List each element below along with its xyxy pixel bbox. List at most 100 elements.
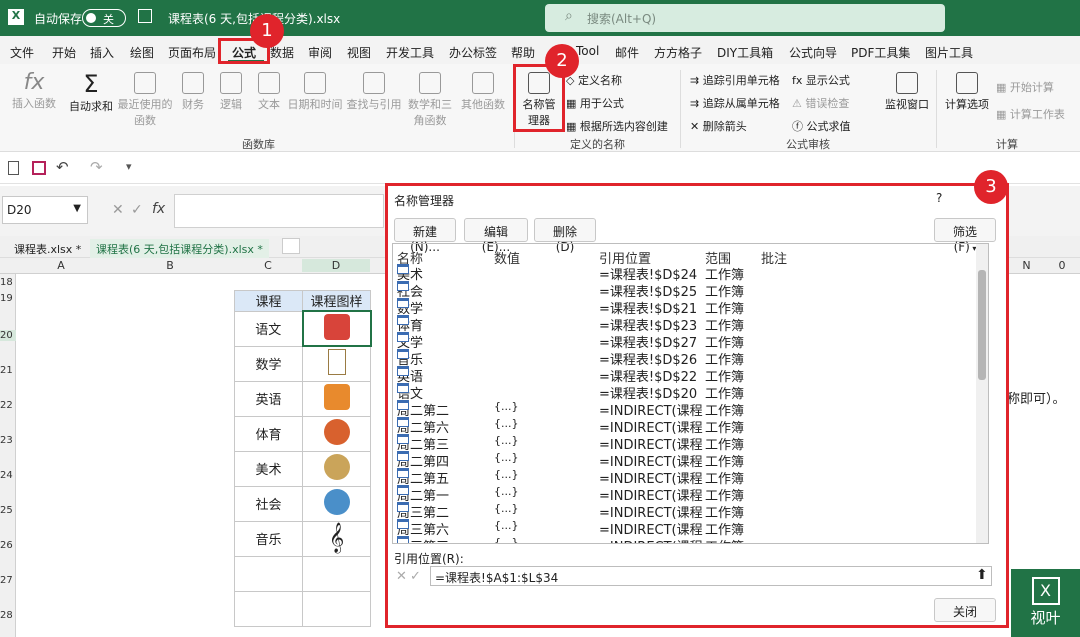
list-item[interactable]: 英语 =课程表!$D$22 工作簿 bbox=[393, 366, 978, 385]
text-functions-button[interactable]: 文本 bbox=[252, 72, 286, 112]
save-icon[interactable] bbox=[32, 161, 46, 175]
menu-draw[interactable]: 绘图 bbox=[130, 44, 154, 61]
edit-name-button[interactable]: 编辑(E)... bbox=[464, 218, 528, 254]
list-item[interactable]: 周二第五{...}=INDIRECT(课程...工作簿 bbox=[393, 468, 978, 487]
list-item[interactable]: 周二第三{...}=INDIRECT(课程...工作簿 bbox=[393, 434, 978, 453]
cell-course[interactable]: 英语 bbox=[234, 380, 303, 417]
row-27[interactable]: 27 bbox=[0, 575, 16, 586]
menu-office-tab[interactable]: 办公标签 bbox=[449, 44, 497, 61]
cell-header-course[interactable]: 课程 bbox=[234, 290, 303, 312]
filter-button[interactable]: 筛选(F) ▾ bbox=[934, 218, 996, 254]
column-c[interactable]: C bbox=[234, 259, 302, 272]
menu-file[interactable]: 文件 bbox=[10, 44, 34, 61]
row-23[interactable]: 23 bbox=[0, 435, 16, 446]
cancel-icon[interactable]: ✕ bbox=[396, 569, 407, 584]
menu-mail[interactable]: 邮件 bbox=[615, 44, 639, 61]
trace-precedents-button[interactable]: ⇉ 追踪引用单元格 bbox=[690, 72, 780, 88]
list-item[interactable]: 音乐 =课程表!$D$26 工作簿 bbox=[393, 349, 978, 368]
row-24[interactable]: 24 bbox=[0, 470, 16, 481]
fx-icon[interactable]: fx bbox=[152, 201, 165, 217]
menu-help[interactable]: 帮助 bbox=[511, 44, 535, 61]
financial-button[interactable]: 财务 bbox=[176, 72, 210, 112]
datetime-button[interactable]: 日期和时间 bbox=[286, 72, 344, 112]
insert-function-button[interactable]: fx 插入函数 bbox=[8, 70, 60, 111]
menu-review[interactable]: 审阅 bbox=[308, 44, 332, 61]
recent-functions-button[interactable]: 最近使用的函数 bbox=[116, 72, 174, 128]
watch-window-button[interactable]: 监视窗口 bbox=[882, 72, 932, 112]
lookup-button[interactable]: 查找与引用 bbox=[346, 72, 402, 112]
show-formulas-button[interactable]: fx 显示公式 bbox=[792, 72, 850, 88]
remove-arrows-button[interactable]: ✕ 删除箭头 bbox=[690, 118, 747, 134]
cell-picture[interactable] bbox=[302, 450, 371, 487]
list-item[interactable]: 周二第四{...}=INDIRECT(课程...工作簿 bbox=[393, 451, 978, 470]
cell-header-picture[interactable]: 课程图样 bbox=[302, 290, 371, 312]
menu-ffgz[interactable]: 方方格子 bbox=[654, 44, 702, 61]
cell-picture[interactable] bbox=[301, 310, 372, 347]
cell-course[interactable]: 体育 bbox=[234, 415, 303, 452]
cell-course[interactable]: 社会 bbox=[234, 485, 303, 522]
define-name-button[interactable]: ◇ 定义名称 bbox=[566, 72, 622, 88]
autosum-button[interactable]: Σ 自动求和 bbox=[66, 70, 116, 114]
math-button[interactable]: 数学和三角函数 bbox=[408, 72, 452, 128]
menu-diy[interactable]: DIY工具箱 bbox=[717, 44, 773, 61]
list-item[interactable]: 社会 =课程表!$D$25 工作簿 bbox=[393, 281, 978, 300]
row-28[interactable]: 28 bbox=[0, 610, 16, 621]
cell-picture[interactable] bbox=[302, 345, 371, 382]
use-in-formula-button[interactable]: ▦ 用于公式 bbox=[566, 95, 624, 111]
row-25[interactable]: 25 bbox=[0, 505, 16, 516]
delete-name-button[interactable]: 删除(D) bbox=[534, 218, 596, 254]
new-doc-icon[interactable] bbox=[8, 161, 19, 175]
column-n[interactable]: N bbox=[1009, 259, 1044, 272]
new-tab-button[interactable] bbox=[282, 238, 300, 254]
cell-picture[interactable] bbox=[302, 380, 371, 417]
menu-developer[interactable]: 开发工具 bbox=[386, 44, 434, 61]
list-item[interactable]: 周三第二{...}=INDIRECT(课程...工作簿 bbox=[393, 502, 978, 521]
row-19[interactable]: 19 bbox=[0, 293, 16, 304]
list-item[interactable]: 数学 =课程表!$D$21 工作簿 bbox=[393, 298, 978, 317]
trace-dependents-button[interactable]: ⇉ 追踪从属单元格 bbox=[690, 95, 780, 111]
column-o[interactable]: 0 bbox=[1044, 259, 1080, 272]
search-box[interactable]: ⌕ 搜索(Alt+Q) bbox=[545, 4, 945, 32]
list-item[interactable]: 语文 =课程表!$D$20 工作簿 bbox=[393, 383, 978, 402]
list-item[interactable]: 周三第六{...}=INDIRECT(课程...工作簿 bbox=[393, 519, 978, 538]
calc-now-button[interactable]: ▦ 开始计算 bbox=[996, 79, 1054, 95]
row-26[interactable]: 26 bbox=[0, 540, 16, 551]
cell-course[interactable] bbox=[234, 590, 303, 627]
cell-course[interactable]: 数学 bbox=[234, 345, 303, 382]
customize-icon[interactable]: ▾ bbox=[126, 160, 132, 173]
cell-course[interactable]: 美术 bbox=[234, 450, 303, 487]
new-name-button[interactable]: 新建(N)... bbox=[394, 218, 456, 254]
list-item[interactable]: 周二第二{...}=INDIRECT(课程...工作簿 bbox=[393, 400, 978, 419]
menu-page-layout[interactable]: 页面布局 bbox=[168, 44, 216, 61]
cell-picture[interactable]: 𝄞 bbox=[302, 520, 371, 557]
logical-button[interactable]: 逻辑 bbox=[214, 72, 248, 112]
list-item[interactable]: 周二第一{...}=INDIRECT(课程...工作簿 bbox=[393, 485, 978, 504]
calc-sheet-button[interactable]: ▦ 计算工作表 bbox=[996, 106, 1065, 122]
list-item[interactable]: 周二第六{...}=INDIRECT(课程...工作簿 bbox=[393, 417, 978, 436]
row-22[interactable]: 22 bbox=[0, 400, 16, 411]
cell-picture[interactable] bbox=[302, 555, 371, 592]
cancel-icon[interactable]: ✕ bbox=[112, 202, 124, 218]
row-21[interactable]: 21 bbox=[0, 365, 16, 376]
close-button[interactable]: 关闭 bbox=[934, 598, 996, 622]
confirm-icon[interactable]: ✓ bbox=[131, 202, 143, 218]
menu-view[interactable]: 视图 bbox=[347, 44, 371, 61]
refers-to-input[interactable]: =课程表!$A$1:$L$34 bbox=[430, 566, 992, 586]
cell-picture[interactable] bbox=[302, 415, 371, 452]
redo-icon[interactable]: ↷ bbox=[90, 158, 103, 176]
menu-formula-wizard[interactable]: 公式向导 bbox=[789, 44, 837, 61]
list-item[interactable]: 美术 =课程表!$D$24 工作簿 bbox=[393, 264, 978, 283]
menu-picture[interactable]: 图片工具 bbox=[925, 44, 973, 61]
scrollbar-thumb[interactable] bbox=[978, 270, 986, 380]
cell-course[interactable]: 语文 bbox=[234, 310, 303, 347]
cell-picture[interactable] bbox=[302, 485, 371, 522]
other-functions-button[interactable]: 其他函数 bbox=[458, 72, 508, 112]
column-d[interactable]: D bbox=[302, 259, 370, 272]
help-button[interactable]: ? bbox=[936, 191, 942, 205]
row-18[interactable]: 18 bbox=[0, 277, 16, 288]
undo-icon[interactable]: ↶ bbox=[56, 158, 69, 176]
menu-tool[interactable]: Tool bbox=[576, 44, 599, 58]
menu-pdf[interactable]: PDF工具集 bbox=[851, 44, 910, 61]
cell-course[interactable]: 音乐 bbox=[234, 520, 303, 557]
evaluate-formula-button[interactable]: ⓕ 公式求值 bbox=[792, 118, 851, 134]
